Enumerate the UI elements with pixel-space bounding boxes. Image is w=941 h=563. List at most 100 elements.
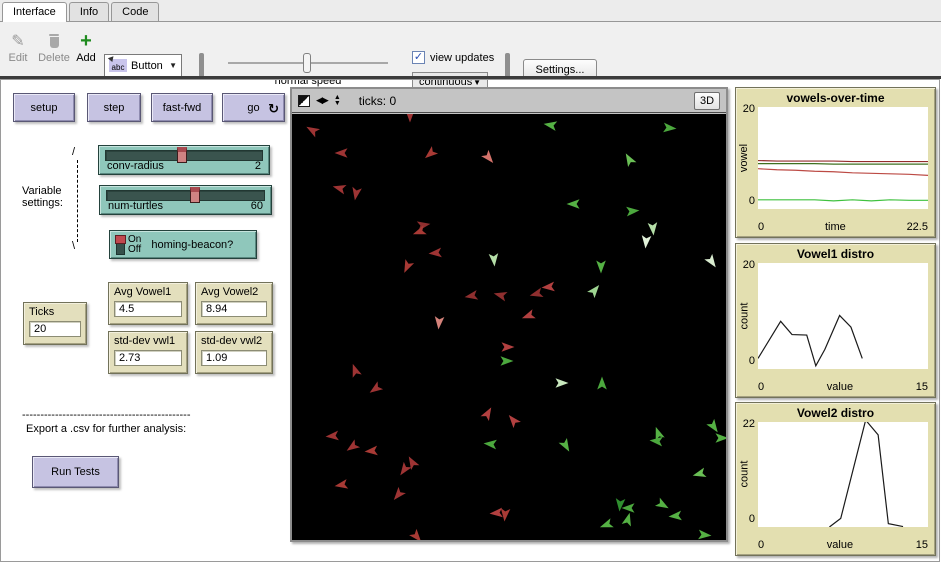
fast-fwd-label: fast-fwd <box>163 102 202 114</box>
x-axis-label: value <box>827 381 853 395</box>
setup-button[interactable]: setup <box>13 93 75 122</box>
plot-area <box>758 107 928 209</box>
x-axis-min-tick: 0 <box>758 221 764 235</box>
avg-vowel2-monitor: Avg Vowel2 8.94 <box>195 282 273 325</box>
world-view-widget: ◀▶ ▲▼ ticks: 0 3D <box>290 87 728 542</box>
add-button[interactable]: + Add <box>72 30 100 64</box>
brace-top: / <box>72 146 75 158</box>
export-note: Export a .csv for further analysis: <box>26 423 186 435</box>
slider-name: num-turtles <box>108 200 163 212</box>
world-canvas <box>292 114 726 540</box>
widget-type-value: Button <box>131 60 163 72</box>
conv-radius-slider[interactable]: conv-radius 2 <box>98 145 270 175</box>
monitor-label: Ticks <box>29 306 81 318</box>
y-axis-max-tick: 20 <box>737 103 755 115</box>
trash-icon <box>49 30 59 52</box>
plot-vowels-over-time: vowels-over-time 20 vowel 0 0 time 22.5 <box>735 87 936 238</box>
view-updates-checkbox[interactable] <box>412 51 425 64</box>
plot-area <box>758 263 928 369</box>
step-label: step <box>104 102 125 114</box>
setup-label: setup <box>31 102 58 114</box>
plus-icon: + <box>80 32 92 50</box>
monitor-label: std-dev vwl2 <box>201 335 267 347</box>
speed-slider-thumb[interactable] <box>303 53 311 73</box>
y-axis-min-tick: 0 <box>737 355 755 367</box>
tab-code[interactable]: Code <box>111 2 159 21</box>
monitor-label: Avg Vowel2 <box>201 286 267 298</box>
slider-value: 2 <box>255 160 261 172</box>
std-dev-vwl1-monitor: std-dev vwl1 2.73 <box>108 331 188 374</box>
pencil-icon: ✎ <box>11 31 24 51</box>
delete-label: Delete <box>38 52 70 64</box>
go-label: go <box>247 102 259 114</box>
plot-area <box>758 422 928 527</box>
y-axis-min-tick: 0 <box>737 513 755 525</box>
y-axis-label: count <box>738 302 750 329</box>
step-button[interactable]: step <box>87 93 141 122</box>
ticks-counter: ticks: 0 <box>359 94 396 108</box>
slider-value: 60 <box>251 200 263 212</box>
widget-type-chooser[interactable]: abc Button ▼ <box>104 54 182 77</box>
y-axis-max-tick: 22 <box>737 418 755 430</box>
forever-icon: ↻ <box>268 101 279 117</box>
switch-knob[interactable] <box>115 235 126 244</box>
tab-interface[interactable]: Interface <box>2 2 67 22</box>
y-axis-label: vowel <box>738 143 750 171</box>
tab-bar: Interface Info Code <box>0 0 941 22</box>
monitor-value: 1.09 <box>201 350 267 366</box>
monitor-value: 2.73 <box>114 350 182 366</box>
switch-off-label: Off <box>128 245 141 255</box>
view-updates-label: view updates <box>430 52 494 64</box>
x-axis-max-tick: 22.5 <box>907 221 928 235</box>
view-3d-label: 3D <box>700 95 714 107</box>
fast-fwd-button[interactable]: fast-fwd <box>151 93 213 122</box>
homing-beacon-switch[interactable]: On Off homing-beacon? <box>109 230 257 259</box>
run-tests-button[interactable]: Run Tests <box>32 456 119 488</box>
x-axis-label: value <box>827 539 853 553</box>
switch-on-label: On <box>128 235 141 245</box>
view-3d-button[interactable]: 3D <box>694 92 720 110</box>
edit-label: Edit <box>9 52 28 64</box>
brace-line <box>77 160 78 242</box>
vertical-arrows-icon[interactable]: ▲▼ <box>334 95 341 107</box>
go-button[interactable]: go ↻ <box>222 93 285 122</box>
x-axis-max-tick: 15 <box>916 539 928 553</box>
world-view-header: ◀▶ ▲▼ ticks: 0 3D <box>292 89 726 113</box>
run-tests-label: Run Tests <box>51 466 100 478</box>
plot-vowel1-distro: Vowel1 distro 20 count 0 0 value 15 <box>735 243 936 398</box>
y-axis-min-tick: 0 <box>737 195 755 207</box>
turtles-layer <box>292 114 726 540</box>
add-label: Add <box>76 52 96 64</box>
monitor-value: 4.5 <box>114 301 182 317</box>
switch-slot <box>116 235 125 255</box>
settings-label: Settings... <box>536 64 585 76</box>
std-dev-vwl2-monitor: std-dev vwl2 1.09 <box>195 331 273 374</box>
num-turtles-slider[interactable]: num-turtles 60 <box>99 185 272 215</box>
toolbar-separator-line <box>0 76 941 79</box>
x-axis-min-tick: 0 <box>758 381 764 395</box>
plot-title: Vowel2 distro <box>736 406 935 420</box>
monitor-value: 8.94 <box>201 301 267 317</box>
resize-corner-icon[interactable] <box>298 95 310 107</box>
tab-info[interactable]: Info <box>69 2 109 21</box>
plot-title: Vowel1 distro <box>736 247 935 261</box>
ticks-monitor: Ticks 20 <box>23 302 87 345</box>
delete-button[interactable]: Delete <box>36 30 72 64</box>
toolbar: ✎ Edit Delete + Add abc Button ▼ normal … <box>0 22 941 76</box>
abc-widget-icon: abc <box>109 59 127 72</box>
avg-vowel1-monitor: Avg Vowel1 4.5 <box>108 282 188 325</box>
chevron-down-icon: ▼ <box>169 61 177 70</box>
horizontal-arrows-icon[interactable]: ◀▶ <box>316 95 328 106</box>
switch-name: homing-beacon? <box>151 239 233 251</box>
edit-button[interactable]: ✎ Edit <box>4 30 32 64</box>
x-axis-max-tick: 15 <box>916 381 928 395</box>
variable-settings-note: Variable settings: <box>22 185 82 209</box>
brace-bottom: \ <box>72 240 75 252</box>
plot-vowel2-distro: Vowel2 distro 22 count 0 0 value 15 <box>735 402 936 556</box>
dashed-separator-note: ----------------------------------------… <box>22 409 214 421</box>
slider-name: conv-radius <box>107 160 164 172</box>
monitor-label: Avg Vowel1 <box>114 286 182 298</box>
x-axis-label: time <box>825 221 846 235</box>
monitor-label: std-dev vwl1 <box>114 335 182 347</box>
y-axis-max-tick: 20 <box>737 259 755 271</box>
